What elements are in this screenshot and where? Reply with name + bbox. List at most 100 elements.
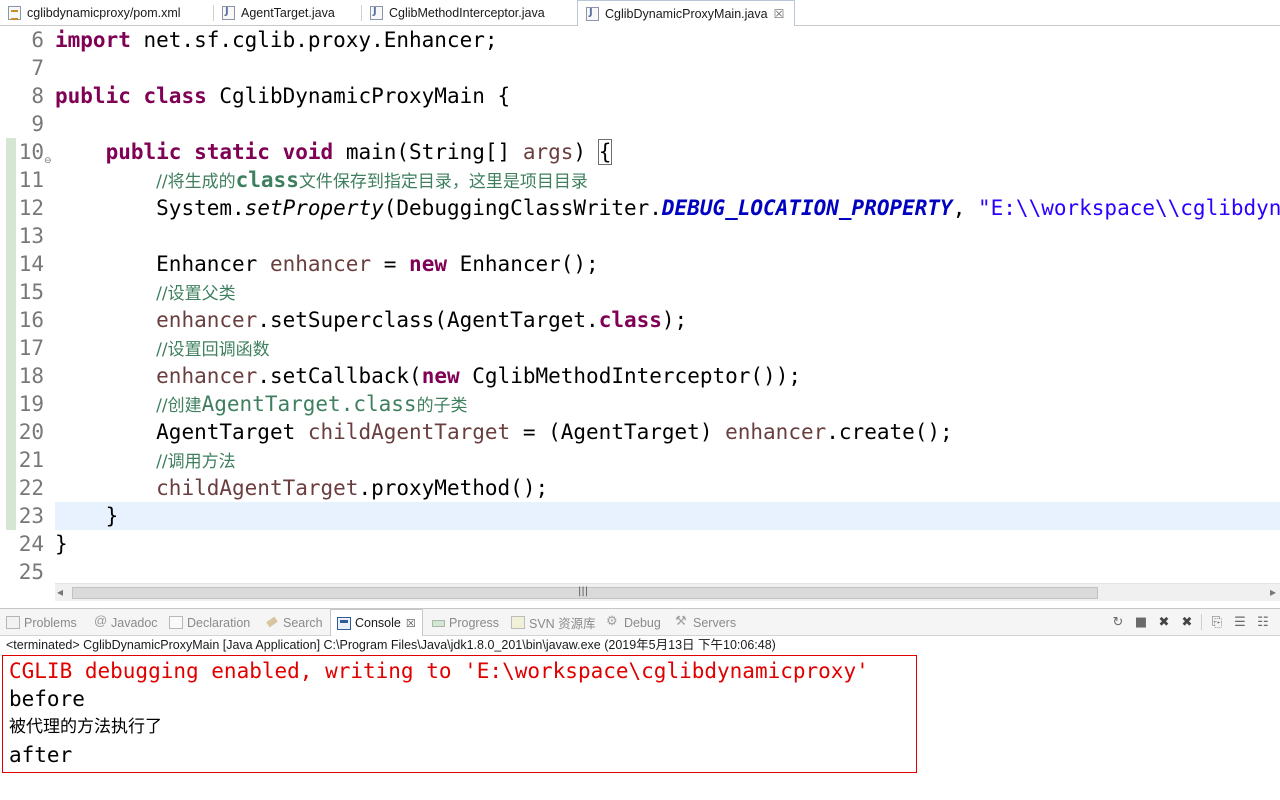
code-comment: //设置父类 xyxy=(156,284,236,304)
code-comment: //设置回调函数 xyxy=(156,340,270,360)
matching-brace: { xyxy=(597,139,613,165)
java-file-icon xyxy=(222,6,235,20)
progress-icon xyxy=(431,616,445,629)
code-token: static xyxy=(194,140,270,164)
code-comment: class xyxy=(235,168,299,192)
tab-problems[interactable]: Problems xyxy=(6,609,77,636)
word-wrap-icon[interactable]: ☷ xyxy=(1254,613,1272,631)
code-line: 19 //创建AgentTarget.class的子类 xyxy=(0,390,1280,418)
scroll-left-icon[interactable]: ◂ xyxy=(57,585,63,599)
console-icon xyxy=(337,616,351,630)
code-token: public xyxy=(55,84,131,108)
xml-file-icon xyxy=(8,6,21,20)
line-number: 18 xyxy=(18,364,44,388)
code-line: 21 //调用方法 xyxy=(0,446,1280,474)
tab-label: cglibdynamicproxy/pom.xml xyxy=(27,6,181,20)
line-number: 7 xyxy=(31,56,44,80)
code-token: enhancer xyxy=(156,364,258,388)
bottom-view-tabs: Problems Javadoc Declaration Search Cons… xyxy=(0,608,1280,636)
terminate-icon[interactable]: ■ xyxy=(1132,613,1150,631)
search-icon xyxy=(265,616,279,629)
code-editor[interactable]: 6 import net.sf.cglib.proxy.Enhancer; 7 … xyxy=(0,26,1280,582)
code-token: .setCallback( xyxy=(257,364,422,388)
remove-all-launches-icon[interactable]: ✖ xyxy=(1178,613,1196,631)
code-line: 17 //设置回调函数 xyxy=(0,334,1280,362)
code-token: enhancer xyxy=(156,308,258,332)
java-file-icon xyxy=(370,6,383,20)
code-line-current: 23 } xyxy=(0,502,1280,530)
tab-label: Declaration xyxy=(187,615,251,630)
code-token: ); xyxy=(661,308,688,332)
tab-label: Servers xyxy=(693,615,737,630)
tab-console[interactable]: Console ☒ xyxy=(330,609,423,636)
code-token: setProperty xyxy=(244,196,384,220)
clear-console-icon[interactable]: ⎘ xyxy=(1208,613,1226,631)
scroll-right-icon[interactable]: ▸ xyxy=(1270,585,1276,599)
code-token: .create(); xyxy=(826,420,953,444)
highlight-box: CGLIB debugging enabled, writing to 'E:\… xyxy=(2,655,917,773)
line-number: 22 xyxy=(18,476,44,500)
tab-javadoc[interactable]: Javadoc xyxy=(93,609,158,636)
tab-label: Console xyxy=(355,616,401,630)
line-number: 12 xyxy=(18,196,44,220)
code-line: 8 public class CglibDynamicProxyMain { xyxy=(0,82,1280,110)
line-number: 20 xyxy=(18,420,44,444)
code-line: 18 enhancer.setCallback(new CglibMethodI… xyxy=(0,362,1280,390)
code-line: 12 System.setProperty(DebuggingClassWrit… xyxy=(0,194,1280,222)
code-line: 10 ⊖ public static void main(String[] ar… xyxy=(0,138,1280,166)
svn-icon xyxy=(511,616,525,629)
line-number: 6 xyxy=(31,28,44,52)
tab-servers[interactable]: Servers xyxy=(675,609,736,636)
tab-debug[interactable]: Debug xyxy=(606,609,661,636)
code-token: System. xyxy=(156,196,245,220)
javadoc-icon xyxy=(93,613,107,629)
console-output[interactable]: CGLIB debugging enabled, writing to 'E:\… xyxy=(0,654,1280,800)
line-number: 15 xyxy=(18,280,44,304)
code-line: 16 enhancer.setSuperclass(AgentTarget.cl… xyxy=(0,306,1280,334)
remove-launch-icon[interactable]: ✖ xyxy=(1155,613,1173,631)
line-number: 13 xyxy=(18,224,44,248)
tab-declaration[interactable]: Declaration xyxy=(169,609,250,636)
tab-label: Problems xyxy=(24,615,77,630)
code-line: 13 xyxy=(0,222,1280,250)
java-file-icon xyxy=(586,6,599,21)
tab-cglib-method-interceptor-java[interactable]: CglibMethodInterceptor.java xyxy=(362,0,577,26)
code-line: 9 xyxy=(0,110,1280,138)
tab-agent-target-java[interactable]: AgentTarget.java xyxy=(214,0,362,26)
tab-label: Debug xyxy=(624,615,661,630)
horizontal-scrollbar[interactable]: ◂ ||| ▸ xyxy=(55,583,1280,601)
code-token: .proxyMethod(); xyxy=(358,476,549,500)
close-console-icon[interactable]: ☒ xyxy=(406,617,416,630)
scroll-lock-icon[interactable]: ☰ xyxy=(1231,613,1249,631)
editor-tab-bar: cglibdynamicproxy/pom.xml AgentTarget.ja… xyxy=(0,0,1280,26)
code-token: Enhancer(); xyxy=(446,252,599,276)
code-token: , xyxy=(952,196,978,220)
code-token: public xyxy=(105,140,182,164)
code-comment: //创建 xyxy=(156,396,202,416)
debug-icon xyxy=(606,613,620,629)
problems-icon xyxy=(6,616,20,629)
code-comment: //将生成的 xyxy=(156,172,236,192)
code-token: main(String[] xyxy=(333,140,523,164)
console-line: before xyxy=(9,687,85,711)
tab-search[interactable]: Search xyxy=(265,609,323,636)
code-line: 22 childAgentTarget.proxyMethod(); xyxy=(0,474,1280,502)
close-tab-icon[interactable]: ☒ xyxy=(774,7,785,21)
declaration-icon xyxy=(169,616,183,629)
console-line-stderr: CGLIB debugging enabled, writing to 'E:\… xyxy=(9,659,869,683)
line-number: 16 xyxy=(18,308,44,332)
line-number: 14 xyxy=(18,252,44,276)
scrollbar-thumb[interactable]: ||| xyxy=(72,586,1098,599)
tab-progress[interactable]: Progress xyxy=(431,609,499,636)
code-token: enhancer xyxy=(269,252,372,276)
code-token: = xyxy=(371,252,410,276)
tab-label: Javadoc xyxy=(111,615,158,630)
tab-cglib-dynamic-proxy-main-java[interactable]: CglibDynamicProxyMain.java ☒ xyxy=(577,0,795,26)
code-token: DEBUG_LOCATION_PROPERTY xyxy=(661,196,953,220)
code-line: 6 import net.sf.cglib.proxy.Enhancer; xyxy=(0,26,1280,54)
pin-console-icon[interactable]: ↻ xyxy=(1109,613,1127,631)
tab-pom-xml[interactable]: cglibdynamicproxy/pom.xml xyxy=(0,0,214,26)
code-token: (DebuggingClassWriter. xyxy=(383,196,662,220)
tab-svn-repository[interactable]: SVN 资源库 xyxy=(511,609,596,636)
code-token: args xyxy=(522,140,574,164)
